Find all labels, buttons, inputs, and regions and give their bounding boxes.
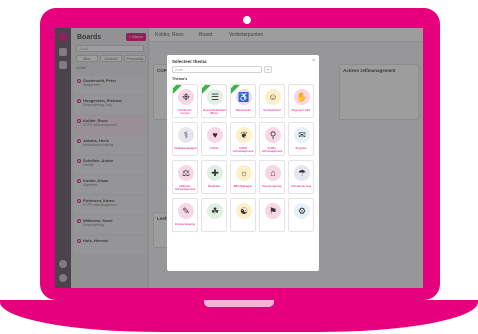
screen: Boards + Nieuw Zoek Alles Gedeeld Persoo… <box>55 28 423 288</box>
theme-tile[interactable]: ✎ Zorgverzekering <box>172 198 198 232</box>
theme-tile[interactable]: ⚲ COPD-zelfmanagement <box>259 122 285 156</box>
camera-dot <box>243 16 251 24</box>
theme-label: COPD-zelfmanagement <box>261 146 283 154</box>
theme-tile[interactable]: ❉ COVID-19 / Corona <box>172 84 198 118</box>
theme-label: Chronische zorg <box>290 184 312 188</box>
theme-icon: ⌂ <box>270 168 276 178</box>
theme-search-input[interactable]: Zoek <box>172 66 262 73</box>
theme-label: Woonomgeving <box>262 184 282 188</box>
search-icon[interactable]: ⌕ <box>264 66 272 73</box>
theme-icon: ✉ <box>298 130 306 140</box>
theme-tile[interactable]: ☂ Chronische zorg <box>288 160 314 194</box>
theme-icon: ☺ <box>268 92 278 102</box>
theme-tile[interactable]: ☼ BEO Bijdragen <box>230 160 256 194</box>
select-theme-dialog: Selecteer thema × Zoek ⌕ Thema's ❉ COVID-… <box>167 55 319 271</box>
theme-label: Zorgplan <box>295 146 307 150</box>
theme-label: Algemeen ADL <box>291 108 311 112</box>
theme-tile[interactable]: ♿ Valpreventie <box>230 84 256 118</box>
theme-icon: ☰ <box>210 92 220 102</box>
laptop-notch <box>204 300 274 307</box>
theme-tile[interactable]: ❦ COPD zelfmanagement <box>230 122 256 156</box>
theme-label: Gezondheidsvaardigheden (BLG) <box>203 108 227 116</box>
theme-label: Medicatie <box>208 184 220 188</box>
theme-icon: ✋ <box>296 92 308 102</box>
theme-label: COVID-19 / Corona <box>177 108 193 116</box>
theme-tile[interactable]: ⌂ Woonomgeving <box>259 160 285 194</box>
theme-tile[interactable]: ✋ Algemeen ADL <box>288 84 314 118</box>
theme-label: BEO Bijdragen <box>233 184 253 188</box>
theme-icon: ⚙ <box>297 206 307 216</box>
theme-icon: ❦ <box>240 130 248 140</box>
theme-tile[interactable]: ⚑ <box>259 198 285 232</box>
theme-label: COPD <box>209 146 219 150</box>
theme-icon: ⚖ <box>181 168 191 178</box>
close-icon[interactable]: × <box>312 58 315 64</box>
theme-icon: ☼ <box>239 168 249 178</box>
theme-icon: ⚕ <box>183 130 189 140</box>
theme-tile[interactable]: ☯ <box>230 198 256 232</box>
section-heading: Thema's <box>172 77 188 81</box>
theme-tile[interactable]: ✚ Medicatie <box>201 160 227 194</box>
theme-tile[interactable]: ☰ Gezondheidsvaardigheden (BLG) <box>201 84 227 118</box>
theme-icon: ❉ <box>182 92 190 102</box>
theme-icon: ♿ <box>238 92 250 102</box>
theme-icon: ⚑ <box>268 206 278 216</box>
theme-grid: ❉ COVID-19 / Corona ☰ Gezondheidsvaardighed… <box>172 84 314 232</box>
theme-label: Inhalatiemanagement <box>174 146 198 150</box>
dialog-title: Selecteer thema <box>172 59 207 64</box>
theme-icon: ✚ <box>211 168 219 178</box>
theme-icon: ⚲ <box>269 130 277 140</box>
theme-label: COPD zelfmanagement <box>232 146 254 154</box>
theme-label: Diabetes zelfmanagement <box>174 184 196 192</box>
theme-tile[interactable]: ☺ Eenzaamheid <box>259 84 285 118</box>
theme-label: Valpreventie <box>235 108 251 112</box>
theme-icon: ♥ <box>212 130 218 140</box>
theme-tile[interactable]: ♥ COPD <box>201 122 227 156</box>
theme-icon: ☂ <box>297 168 307 178</box>
theme-label: Eenzaamheid <box>263 108 281 112</box>
theme-icon: ☘ <box>210 206 220 216</box>
theme-tile[interactable]: ⚖ Diabetes zelfmanagement <box>172 160 198 194</box>
theme-tile[interactable]: ⚙ <box>288 198 314 232</box>
theme-tile[interactable]: ☘ <box>201 198 227 232</box>
theme-icon: ✎ <box>182 206 190 216</box>
theme-tile[interactable]: ✉ Zorgplan <box>288 122 314 156</box>
theme-tile[interactable]: ⚕ Inhalatiemanagement <box>172 122 198 156</box>
theme-label: Zorgverzekering <box>174 222 196 226</box>
theme-icon: ☯ <box>239 206 249 216</box>
